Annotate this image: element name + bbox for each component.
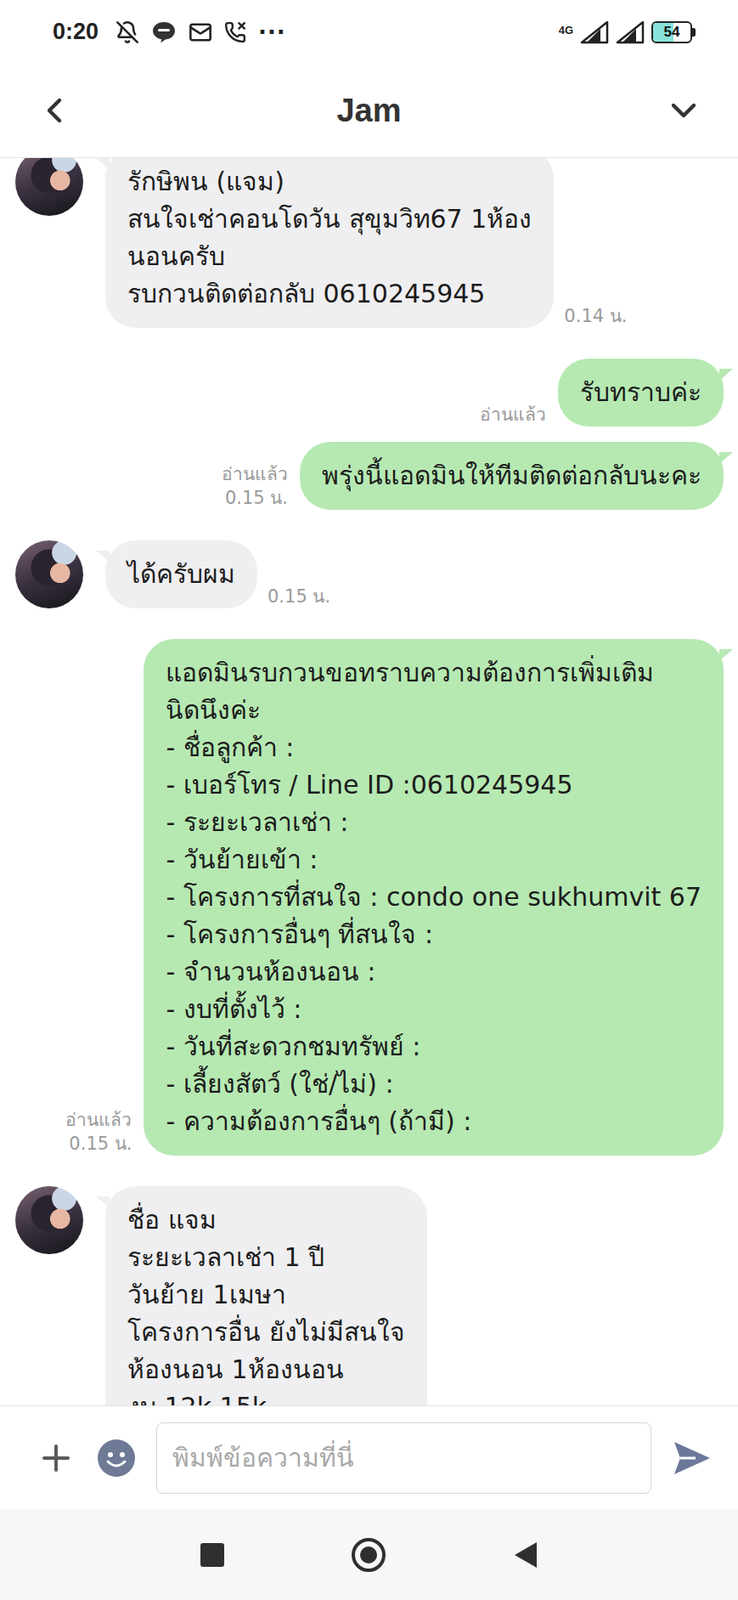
more-notifications: ···	[258, 19, 287, 46]
chat-header: Jam	[0, 63, 738, 158]
message-bubble[interactable]: ชื่อ แจมระยะเวลาเช่า 1 ปีวันย้าย 1เมษาโค…	[105, 1185, 428, 1405]
avatar[interactable]	[15, 1185, 84, 1254]
back-nav-icon[interactable]	[512, 1539, 539, 1569]
input-bar	[0, 1404, 738, 1509]
read-label: อ่านแล้ว	[65, 1107, 132, 1132]
mail-icon	[188, 20, 213, 45]
chat-title: Jam	[336, 92, 401, 130]
message-line: - โครงการที่สนใจ : condo one sukhumvit 6…	[165, 878, 702, 916]
message-time: 0.15 น.	[225, 485, 288, 510]
message-line: - จำนวนห้องนอน :	[165, 952, 702, 991]
add-button[interactable]	[35, 1436, 77, 1478]
message-time: 0.14 น.	[563, 304, 627, 328]
back-button[interactable]	[33, 90, 75, 131]
message-line: รับทราบค่ะ	[580, 373, 702, 412]
message-line: นอนครับ	[127, 237, 532, 276]
status-left: 0:20 ···	[52, 18, 287, 46]
message-line: - ชื่อลูกค้า :	[165, 728, 702, 767]
message-line: พรุ่งนี้แอดมินให้ทีมติดต่อกลับนะคะ	[321, 456, 702, 495]
missed-call-icon	[224, 21, 247, 44]
message-line: - วันย้ายเข้า :	[165, 840, 702, 879]
menu-button[interactable]	[663, 90, 705, 131]
message-meta: 0.15 น.	[267, 584, 331, 609]
message-line: ชื่อ แจม	[127, 1200, 406, 1239]
outgoing-message: อ่านแล้ว0.15 น. พรุ่งนี้แอดมินให้ทีมติดต่…	[15, 441, 724, 510]
message-list: รักษิพน (แจม)สนใจเช่าคอนโดวัน สุขุมวิท67…	[0, 157, 738, 1405]
message-line: นิดนึงค่ะ	[165, 691, 702, 729]
home-nav-icon[interactable]	[351, 1537, 386, 1572]
message-line: วันย้าย 1เมษา	[127, 1275, 406, 1313]
message-bubble[interactable]: รับทราบค่ะ	[557, 358, 724, 427]
chevron-left-icon	[33, 90, 75, 131]
signal-icon	[580, 20, 609, 45]
status-bar: 0:20 ··· 4G 54	[0, 0, 738, 64]
status-time: 0:20	[52, 18, 99, 46]
avatar[interactable]	[15, 540, 84, 609]
message-time: 0.15 น.	[267, 584, 331, 609]
message-line: - ระยะเวลาเช่า :	[165, 803, 702, 841]
message-meta: อ่านแล้ว	[479, 402, 547, 427]
message-line: งบ 12k 15k	[127, 1387, 406, 1405]
message-bubble[interactable]: แอดมินรบกวนขอทราบความต้องการเพิ่มเติมนิด…	[143, 638, 724, 1155]
send-icon[interactable]	[671, 1438, 713, 1476]
message-bubble[interactable]: ได้ครับผม	[105, 540, 258, 609]
message-time: 0.15 น.	[68, 1131, 132, 1155]
bell-off-icon	[115, 20, 140, 45]
network-type: 4G	[558, 23, 574, 37]
outgoing-message: อ่านแล้ว0.15 น.แอดมินรบกวนขอทราบความต้อง…	[15, 638, 724, 1155]
message-line: แอดมินรบกวนขอทราบความต้องการเพิ่มเติม	[165, 653, 702, 692]
message-bubble[interactable]: รักษิพน (แจม)สนใจเช่าคอนโดวัน สุขุมวิท67…	[105, 157, 554, 328]
status-right: 4G 54	[558, 20, 696, 45]
message-line: - ความต้องการอื่นๆ (ถ้ามี) :	[165, 1102, 702, 1140]
signal-icon	[615, 20, 645, 45]
message-line: รักษิพน (แจม)	[127, 163, 532, 201]
chevron-down-icon	[663, 90, 705, 131]
home-dot	[360, 1545, 378, 1563]
message-meta: 0.14 น.	[563, 304, 627, 328]
incoming-message: รักษิพน (แจม)สนใจเช่าคอนโดวัน สุขุมวิท67…	[15, 157, 724, 328]
outgoing-message: อ่านแล้ว รับทราบค่ะ	[15, 358, 724, 427]
battery: 54	[651, 21, 696, 44]
message-line: ระยะเวลาเช่า 1 ปี	[127, 1238, 406, 1276]
message-meta: อ่านแล้ว0.15 น.	[65, 1107, 132, 1155]
message-line: สนใจเช่าคอนโดวัน สุขุมวิท67 1ห้อง	[127, 200, 532, 238]
incoming-message: ชื่อ แจมระยะเวลาเช่า 1 ปีวันย้าย 1เมษาโค…	[15, 1185, 724, 1405]
read-label: อ่านแล้ว	[221, 461, 288, 486]
avatar[interactable]	[15, 157, 84, 216]
navigation-bar	[0, 1508, 738, 1600]
message-line: - เลี้ยงสัตว์ (ใช่/ไม่) :	[165, 1064, 702, 1103]
read-label: อ่านแล้ว	[479, 402, 547, 427]
message-line: - โครงการอื่นๆ ที่สนใจ :	[165, 915, 702, 953]
message-line: ได้ครับผม	[127, 555, 236, 593]
line-app-icon	[151, 20, 177, 45]
message-line: - วันที่สะดวกชมทรัพย์ :	[165, 1027, 702, 1065]
message-line: รบกวนติดต่อกลับ 0610245945	[127, 275, 532, 313]
plus-icon	[35, 1436, 77, 1478]
recents-nav-icon[interactable]	[200, 1542, 225, 1567]
message-line: - งบที่ตั้งไว้ :	[165, 990, 702, 1028]
send-button[interactable]	[671, 1438, 713, 1476]
emoji-button[interactable]	[96, 1437, 136, 1477]
message-line: ห้องนอน 1ห้องนอน	[127, 1350, 406, 1388]
battery-body: 54	[651, 21, 693, 44]
message-bubble[interactable]: พรุ่งนี้แอดมินให้ทีมติดต่อกลับนะคะ	[299, 441, 724, 510]
chat-area: รักษิพน (แจม)สนใจเช่าคอนโดวัน สุขุมวิท67…	[0, 157, 738, 1405]
message-line: โครงการอื่น ยังไม่มีสนใจ	[127, 1312, 406, 1351]
emoji-icon[interactable]	[96, 1437, 136, 1477]
message-line: - เบอร์โทร / Line ID :0610245945	[165, 766, 702, 804]
incoming-message: ได้ครับผม 0.15 น.	[15, 540, 724, 609]
message-meta: อ่านแล้ว0.15 น.	[221, 461, 288, 510]
battery-reading: 54	[664, 23, 681, 41]
battery-cap	[692, 28, 696, 37]
chat-screen: 0:20 ··· 4G 54 Jam รักษิพน (แจม)สนใจเช่าคอนโด…	[0, 0, 738, 1600]
message-input[interactable]	[156, 1421, 652, 1493]
